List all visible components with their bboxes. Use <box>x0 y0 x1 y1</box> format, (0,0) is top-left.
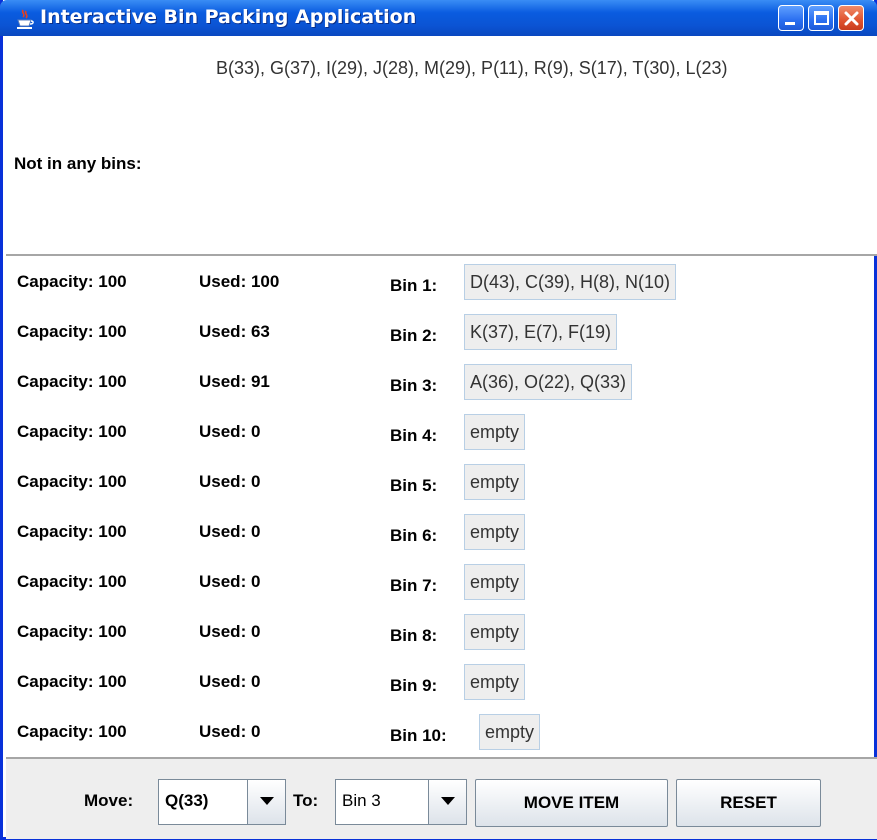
bin-label: Bin 8: <box>390 626 438 645</box>
bin-row-10: Capacity: 100 Used: 0 Bin 10: empty <box>6 712 877 752</box>
bin-contents: empty <box>464 564 526 600</box>
move-item-button[interactable]: MOVE ITEM <box>475 779 668 827</box>
bin-contents: D(43), C(39), H(8), N(10) <box>464 264 677 300</box>
bin-contents: A(36), O(22), Q(33) <box>464 364 633 400</box>
chevron-down-icon <box>260 797 274 805</box>
bin-used: Used: 0 <box>199 722 261 741</box>
bin-contents: empty <box>464 464 526 500</box>
bin-capacity: Capacity: 100 <box>17 272 127 291</box>
minimize-icon <box>785 22 795 25</box>
bin-used: Used: 91 <box>199 372 270 391</box>
bin-row-4: Capacity: 100 Used: 0 Bin 4: empty <box>6 412 877 452</box>
bin-label: Bin 5: <box>390 476 438 495</box>
bin-row-2: Capacity: 100 Used: 63 Bin 2: K(37), E(7… <box>6 312 877 352</box>
bin-capacity: Capacity: 100 <box>17 372 127 391</box>
bin-capacity: Capacity: 100 <box>17 622 127 641</box>
bin-contents: empty <box>464 614 526 650</box>
move-label: Move: <box>84 791 134 810</box>
bin-contents: K(37), E(7), F(19) <box>464 314 618 350</box>
unassigned-label: Not in any bins: <box>14 154 142 173</box>
bin-capacity: Capacity: 100 <box>17 572 127 591</box>
unassigned-items-list: B(33), G(37), I(29), J(28), M(29), P(11)… <box>216 58 728 78</box>
minimize-button[interactable] <box>778 5 804 31</box>
bin-contents: empty <box>464 664 526 700</box>
bin-label: Bin 3: <box>390 376 438 395</box>
bin-select-value: Bin 3 <box>342 791 381 810</box>
bin-row-1: Capacity: 100 Used: 100 Bin 1: D(43), C(… <box>6 262 877 302</box>
bin-select[interactable]: Bin 3 <box>335 779 467 825</box>
bin-capacity: Capacity: 100 <box>17 422 127 441</box>
bin-used: Used: 0 <box>199 422 261 441</box>
bin-label: Bin 7: <box>390 576 438 595</box>
to-label: To: <box>293 791 319 810</box>
bin-label: Bin 10: <box>390 726 447 745</box>
bin-label: Bin 4: <box>390 426 438 445</box>
bin-used: Used: 0 <box>199 522 261 541</box>
application-window: Interactive Bin Packing Application Not … <box>0 0 877 840</box>
bin-contents: empty <box>464 414 526 450</box>
bin-capacity: Capacity: 100 <box>17 322 127 341</box>
bin-row-8: Capacity: 100 Used: 0 Bin 8: empty <box>6 612 877 652</box>
window-title: Interactive Bin Packing Application <box>40 6 417 28</box>
close-button[interactable] <box>838 5 864 31</box>
bin-capacity: Capacity: 100 <box>17 672 127 691</box>
bin-used: Used: 0 <box>199 472 261 491</box>
title-bar[interactable]: Interactive Bin Packing Application <box>0 0 877 36</box>
maximize-button[interactable] <box>808 5 834 31</box>
reset-button[interactable]: RESET <box>676 779 821 827</box>
item-select-value: Q(33) <box>165 791 209 810</box>
maximize-icon <box>814 11 829 25</box>
item-select[interactable]: Q(33) <box>158 779 286 825</box>
bin-label: Bin 6: <box>390 526 438 545</box>
bin-used: Used: 100 <box>199 272 280 291</box>
controls-bar: Move: Q(33) To: Bin 3 MOVE ITEM RESET <box>6 757 877 839</box>
bin-select-dropdown-button[interactable] <box>428 780 466 824</box>
bin-label: Bin 1: <box>390 276 438 295</box>
bin-used: Used: 63 <box>199 322 270 341</box>
close-icon <box>844 11 859 26</box>
java-cup-icon <box>14 8 36 30</box>
bin-capacity: Capacity: 100 <box>17 522 127 541</box>
bin-row-3: Capacity: 100 Used: 91 Bin 3: A(36), O(2… <box>6 362 877 402</box>
bin-capacity: Capacity: 100 <box>17 472 127 491</box>
bin-used: Used: 0 <box>199 622 261 641</box>
bin-row-9: Capacity: 100 Used: 0 Bin 9: empty <box>6 662 877 702</box>
chevron-down-icon <box>441 797 455 805</box>
bin-contents: empty <box>464 514 526 550</box>
bin-label: Bin 2: <box>390 326 438 345</box>
item-select-dropdown-button[interactable] <box>247 780 285 824</box>
bin-row-5: Capacity: 100 Used: 0 Bin 5: empty <box>6 462 877 502</box>
bin-used: Used: 0 <box>199 572 261 591</box>
bin-capacity: Capacity: 100 <box>17 722 127 741</box>
bin-row-6: Capacity: 100 Used: 0 Bin 6: empty <box>6 512 877 552</box>
bin-row-7: Capacity: 100 Used: 0 Bin 7: empty <box>6 562 877 602</box>
bin-contents: empty <box>479 714 541 750</box>
bin-used: Used: 0 <box>199 672 261 691</box>
bin-label: Bin 9: <box>390 676 438 695</box>
